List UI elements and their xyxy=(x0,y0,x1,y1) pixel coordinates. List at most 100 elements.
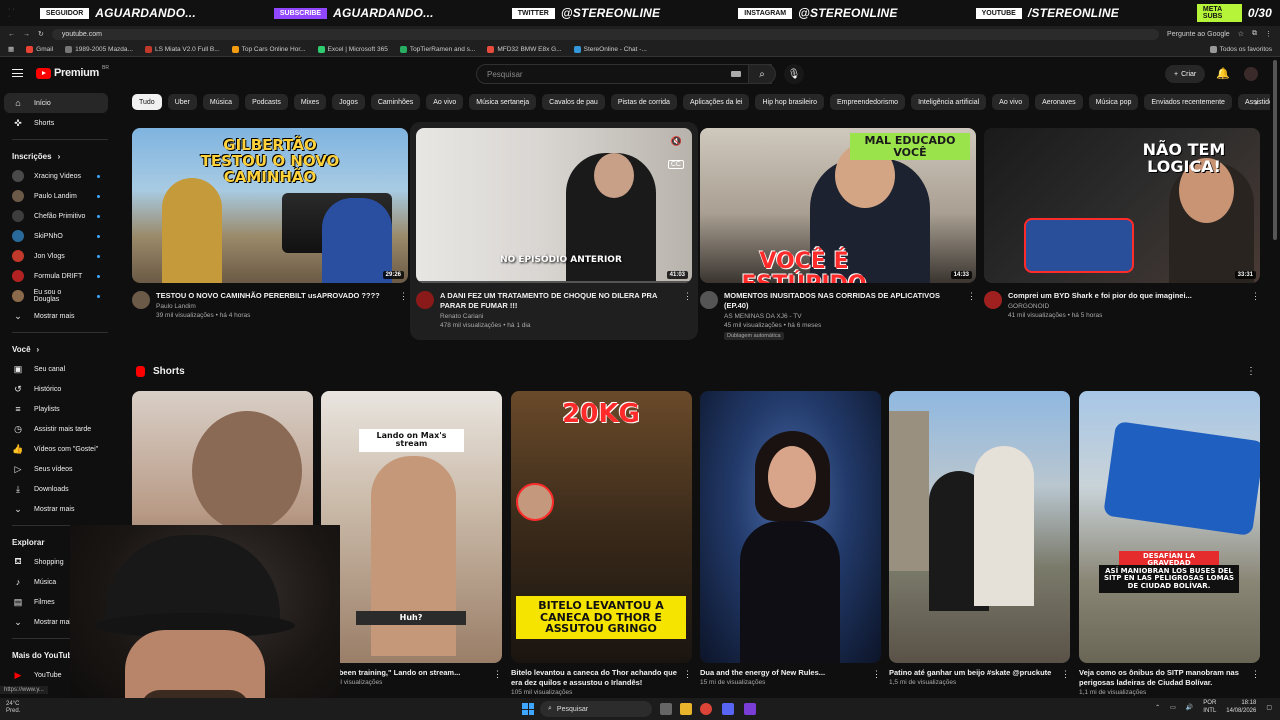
sidebar-item-downloads[interactable]: ⤓ Downloads xyxy=(0,479,120,499)
video-thumbnail[interactable]: MAL EDUCADO VOCÊ VOCÊ É ESTÚPIDO 14:33 xyxy=(700,128,976,283)
progress-track[interactable] xyxy=(416,281,692,283)
video-thumbnail[interactable]: GILBERTÃO TESTOU O NOVO CAMINHÃO 29:26 xyxy=(132,128,408,283)
channel-avatar[interactable] xyxy=(416,291,434,309)
sidebar-sub-xracing[interactable]: Xracing Videos xyxy=(0,166,120,186)
sidebar-item-channel[interactable]: ▣ Seu canal xyxy=(0,359,120,379)
sidebar-item-home[interactable]: ⌂ Início xyxy=(4,93,108,113)
language-indicator[interactable]: POR INTL xyxy=(1203,700,1216,716)
clock[interactable]: 18:18 14/08/2026 xyxy=(1226,700,1256,716)
volume-icon[interactable]: 🔊 xyxy=(1186,704,1193,711)
more-options-icon[interactable]: ⋮ xyxy=(683,291,692,302)
captions-icon[interactable]: CC xyxy=(667,160,684,169)
channel-name[interactable]: AS MENINAS DA XJ6 - TV xyxy=(724,313,976,320)
chip[interactable]: Podcasts xyxy=(245,94,288,110)
reload-icon[interactable]: ↻ xyxy=(38,30,44,38)
video-title[interactable]: TESTOU O NOVO CAMINHÃO PERERBILT usAPROV… xyxy=(156,291,394,301)
search-button[interactable]: ⌕ xyxy=(748,64,776,84)
bookmark-topcars[interactable]: Top Cars Online Hor... xyxy=(231,45,306,53)
sidebar-sub-formula[interactable]: Formula DRIFT xyxy=(0,266,120,286)
video-card[interactable]: GILBERTÃO TESTOU O NOVO CAMINHÃO 29:26 T… xyxy=(132,128,408,319)
more-options-icon[interactable]: ⋮ xyxy=(1246,366,1256,377)
chip[interactable]: Ao vivo xyxy=(426,94,464,110)
you-heading[interactable]: Você › xyxy=(0,339,120,359)
video-card[interactable]: NO EPISÓDIO ANTERIOR 🔇 CC 41:03 A DANI F… xyxy=(416,128,692,329)
chip[interactable]: Jogos xyxy=(332,94,365,110)
windows-start-icon[interactable] xyxy=(522,703,534,715)
more-options-icon[interactable]: ⋮ xyxy=(493,669,502,680)
search-input[interactable]: Pesquisar xyxy=(476,64,772,84)
short-thumbnail[interactable] xyxy=(700,391,881,663)
page-scrollbar[interactable] xyxy=(1273,60,1277,240)
star-icon[interactable]: ☆ xyxy=(1238,30,1244,38)
video-thumbnail[interactable]: NÃO TEM LOGICA! 33:31 xyxy=(984,128,1260,283)
sidebar-item-your-videos[interactable]: ▷ Seus vídeos xyxy=(0,459,120,479)
bookmark-mazda[interactable]: 1989-2005 Mazda... xyxy=(65,45,133,53)
account-avatar[interactable] xyxy=(1244,67,1258,81)
chip[interactable]: Música xyxy=(202,94,240,110)
short-card[interactable]: 20KG BITELO LEVANTOU A CANECA DO THOR E … xyxy=(511,391,692,696)
short-thumbnail[interactable] xyxy=(889,391,1070,663)
bookmark-stereonline[interactable]: StereOnline - Chat -... xyxy=(573,45,647,53)
chip[interactable]: Inteligência artificial xyxy=(911,94,987,110)
video-card[interactable]: NÃO TEM LOGICA! 33:31 Comprei um BYD Sha… xyxy=(984,128,1260,319)
channel-avatar[interactable] xyxy=(984,291,1002,309)
youtube-logo[interactable]: Premium BR xyxy=(36,65,109,79)
chip[interactable]: Empreendedorismo xyxy=(829,94,906,110)
video-card[interactable]: MAL EDUCADO VOCÊ VOCÊ É ESTÚPIDO 14:33 M… xyxy=(700,128,976,340)
chip[interactable]: Enviados recentemente xyxy=(1144,94,1232,110)
chip[interactable]: Assistidos xyxy=(1237,94,1270,110)
sidebar-show-more[interactable]: ⌄ Mostrar mais xyxy=(0,306,120,326)
sidebar-sub-jon[interactable]: Jon Vlogs xyxy=(0,246,120,266)
channel-avatar[interactable] xyxy=(700,291,718,309)
video-thumbnail[interactable]: NO EPISÓDIO ANTERIOR 🔇 CC 41:03 xyxy=(416,128,692,283)
channel-name[interactable]: GORGONOID xyxy=(1008,303,1206,310)
tray-chevron-icon[interactable]: ⌃ xyxy=(1155,704,1160,711)
all-bookmarks[interactable]: Todos os favoritos xyxy=(1209,45,1272,53)
more-options-icon[interactable]: ⋮ xyxy=(683,669,692,680)
short-thumbnail[interactable]: 20KG BITELO LEVANTOU A CANECA DO THOR E … xyxy=(511,391,692,663)
short-title[interactable]: "I've been training," Lando on stream... xyxy=(321,668,502,678)
chip[interactable]: Aeronaves xyxy=(1035,94,1083,110)
short-thumbnail[interactable]: Lando on Max's stream Huh? xyxy=(321,391,502,663)
chip-tudo[interactable]: Tudo xyxy=(132,94,162,110)
short-card[interactable]: Dua and the energy of New Rules... 15 mi… xyxy=(700,391,881,686)
taskbar-search[interactable]: ⌕ Pesquisar xyxy=(540,701,652,717)
bookmark-excel[interactable]: Excel | Microsoft 365 xyxy=(317,45,388,53)
subscriptions-heading[interactable]: Inscrições › xyxy=(0,146,120,166)
video-title[interactable]: A DANI FEZ UM TRATAMENTO DE CHOQUE NO DI… xyxy=(440,291,692,311)
sidebar-sub-paulo[interactable]: Paulo Landim xyxy=(0,186,120,206)
ask-google-button[interactable]: Pergunte ao Google xyxy=(1167,31,1230,38)
chip[interactable]: Aplicações da lei xyxy=(682,94,750,110)
sidebar-item-playlists[interactable]: ≡ Playlists xyxy=(0,399,120,419)
network-icon[interactable]: ▭ xyxy=(1170,704,1176,711)
hamburger-menu-icon[interactable] xyxy=(12,69,23,77)
voice-search-button[interactable]: 🎙 xyxy=(784,64,804,84)
chip[interactable]: Uber xyxy=(167,94,197,110)
sidebar-show-more-you[interactable]: ⌄ Mostrar mais xyxy=(0,499,120,519)
chip[interactable]: Música pop xyxy=(1088,94,1139,110)
mute-icon[interactable]: 🔇 xyxy=(671,136,682,147)
more-options-icon[interactable]: ⋮ xyxy=(967,291,976,302)
sidebar-item-shorts[interactable]: ✜ Shorts xyxy=(0,113,120,133)
more-options-icon[interactable]: ⋮ xyxy=(399,291,408,302)
apps-icon[interactable]: ▦ xyxy=(8,45,14,53)
chip[interactable]: Música sertaneja xyxy=(469,94,537,110)
chip[interactable]: Cavalos de pau xyxy=(542,94,605,110)
short-title[interactable]: Bitelo levantou a caneca do Thor achando… xyxy=(511,668,692,688)
short-title[interactable]: Patino até ganhar um beijo #skate @pruck… xyxy=(889,668,1070,678)
chevron-right-icon[interactable]: › xyxy=(1255,97,1258,107)
create-button[interactable]: + Criar xyxy=(1165,65,1206,83)
short-thumbnail[interactable]: DESAFÍAN LA GRAVEDAD ASÍ MANIOBRAN LOS B… xyxy=(1079,391,1260,663)
task-view-icon[interactable] xyxy=(660,703,672,715)
file-explorer-icon[interactable] xyxy=(680,703,692,715)
short-card[interactable]: DESAFÍAN LA GRAVEDAD ASÍ MANIOBRAN LOS B… xyxy=(1079,391,1260,696)
short-card[interactable]: Patino até ganhar um beijo #skate @pruck… xyxy=(889,391,1070,686)
keyboard-icon[interactable] xyxy=(731,71,741,77)
more-options-icon[interactable]: ⋮ xyxy=(1251,669,1260,680)
bookmark-gmail[interactable]: Gmail xyxy=(26,45,53,53)
sidebar-sub-douglas[interactable]: Eu sou o Douglas xyxy=(0,286,120,306)
forward-icon[interactable]: → xyxy=(23,31,30,38)
bookmark-miata[interactable]: LS Miata V2.0 Full B... xyxy=(144,45,220,53)
channel-avatar[interactable] xyxy=(132,291,150,309)
chip[interactable]: Hip hop brasileiro xyxy=(755,94,824,110)
